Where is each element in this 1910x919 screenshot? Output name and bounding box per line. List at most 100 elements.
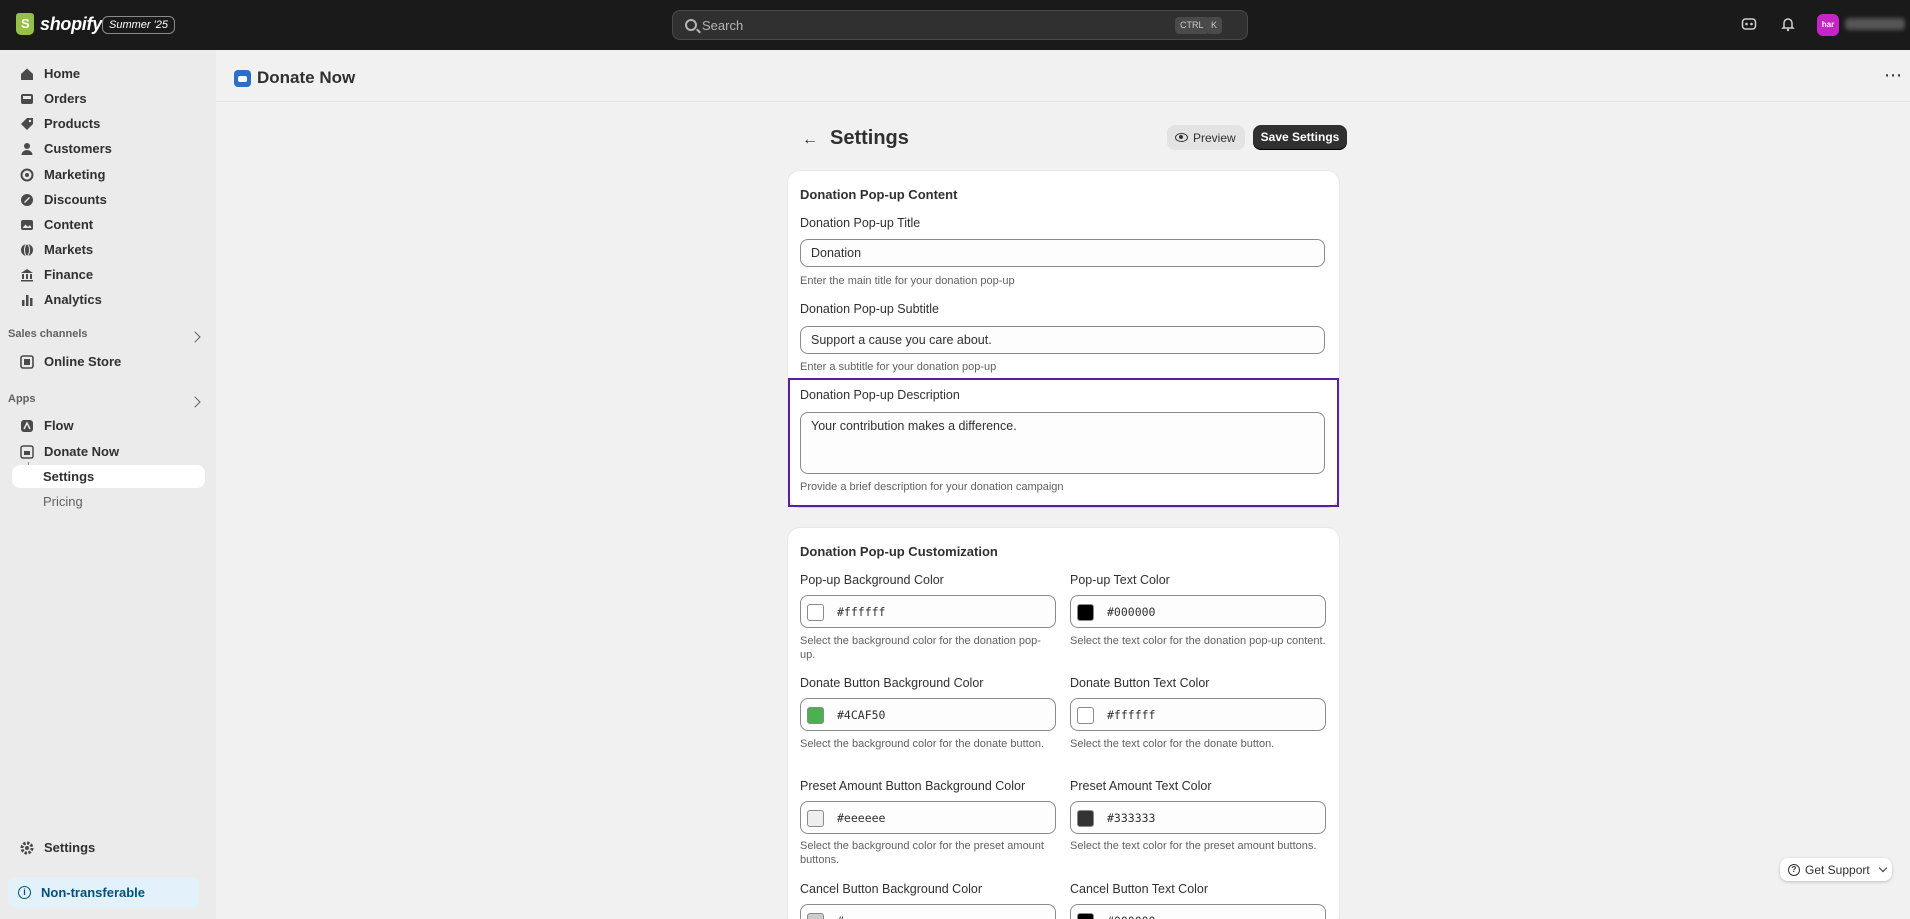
bell-icon[interactable] [1780,16,1798,34]
discount-icon [20,193,34,207]
target-icon [20,168,34,182]
info-icon: i [18,886,31,899]
sidebar-item-marketing[interactable]: Marketing [12,162,205,187]
sidebar-item-label: Donate Now [44,444,120,459]
color-value: #4CAF50 [837,708,886,722]
sidebar-item-customers[interactable]: Customers [12,136,205,161]
sidebar-item-flow[interactable]: Flow [12,413,205,438]
home-icon [20,67,34,81]
sidebar-subitem-pricing[interactable]: Pricing [12,490,205,513]
sidebar-item-label: Online Store [44,354,122,369]
field-label: Cancel Button Background Color [800,882,983,896]
more-actions-icon[interactable]: ⋯ [1884,66,1903,84]
donate-button-background-color-input[interactable]: #4CAF50 [800,698,1056,731]
inbox-icon [20,92,34,106]
sidebar-item-settings[interactable]: Settings [12,835,205,860]
field-label: Pop-up Background Color [800,573,944,587]
color-swatch[interactable] [1077,913,1094,919]
chevron-right-icon[interactable] [189,331,201,343]
field-label: Donation Pop-up Title [800,216,921,230]
shopify-logo[interactable]: shopify [16,13,102,35]
sidebar-item-markets[interactable]: Markets [12,237,205,262]
color-swatch[interactable] [807,604,824,621]
page-header: ← Settings Preview Save Settings [792,121,1347,157]
chevron-down-icon [1878,863,1887,873]
sidebar-item-donate-now[interactable]: Donate Now [12,439,205,464]
color-swatch[interactable] [1077,810,1094,827]
header-divider [216,101,1910,102]
color-swatch[interactable] [807,810,824,827]
tag-icon [20,117,34,131]
color-value: #000000 [1107,914,1155,919]
search-placeholder: Search [702,18,744,33]
search-input[interactable]: Search CTRL K [672,10,1248,40]
get-support-button[interactable]: ? Get Support [1780,858,1892,881]
field-label: Preset Amount Text Color [1070,779,1212,793]
popup-background-color-input[interactable]: #ffffff [800,595,1056,628]
preset-amount-background-color-input[interactable]: #eeeeee [800,801,1056,834]
avatar[interactable]: har [1817,14,1839,36]
top-bar: shopify Summer '25 Search CTRL K har [0,0,1910,50]
flow-icon [20,419,34,433]
donate-app-logo-icon [234,69,251,87]
sidebar-subitem-settings[interactable]: Settings [12,465,205,488]
image-icon [20,218,34,232]
card-title: Donation Pop-up Customization [800,544,998,559]
preset-amount-text-color-input[interactable]: #333333 [1070,801,1326,834]
popup-text-color-input[interactable]: #000000 [1070,595,1326,628]
color-swatch[interactable] [1077,707,1094,724]
apps-heading[interactable]: Apps [8,393,36,405]
sidebar-item-analytics[interactable]: Analytics [12,287,205,312]
sidekick-icon[interactable] [1741,16,1759,34]
save-settings-button[interactable]: Save Settings [1253,125,1347,150]
color-swatch[interactable] [807,707,824,724]
sidebar-item-home[interactable]: Home [12,61,205,86]
app-title: Donate Now [257,68,356,87]
field-label: Preset Amount Button Background Color [800,779,1026,793]
back-arrow-icon[interactable]: ← [802,131,818,149]
preview-label: Preview [1193,130,1236,145]
color-swatch[interactable] [807,913,824,919]
color-value: #ffffff [837,605,886,619]
get-support-label: Get Support [1805,862,1870,877]
color-swatch[interactable] [1077,604,1094,621]
sidebar-item-products[interactable]: Products [12,111,205,136]
focus-highlight [788,378,1339,507]
sales-channels-heading[interactable]: Sales channels [8,328,88,340]
sidebar-item-content[interactable]: Content [12,212,205,237]
popup-subtitle-input[interactable]: Support a cause you care about. [800,326,1325,354]
sidebar-item-orders[interactable]: Orders [12,86,205,111]
preview-button[interactable]: Preview [1167,125,1245,150]
brand-name: shopify [40,13,102,34]
color-value: #000000 [1107,605,1156,619]
bar-chart-icon [20,293,34,307]
sidebar-item-label: Customers [44,141,112,156]
non-transferable-banner[interactable]: i Non-transferable [8,877,199,908]
sidebar: Home Orders Products Customers Marketing… [0,50,216,919]
sidebar-item-discounts[interactable]: Discounts [12,187,205,212]
field-label: Donate Button Background Color [800,676,984,690]
sidebar-item-label: Discounts [44,192,107,207]
chevron-right-icon[interactable] [189,396,201,408]
card-title: Donation Pop-up Content [800,187,958,202]
store-name-blurred[interactable] [1845,18,1905,30]
donate-button-text-color-input[interactable]: #ffffff [1070,698,1326,731]
cancel-button-background-color-input[interactable]: # [800,904,1056,919]
color-value: #eeeeee [837,811,886,825]
sidebar-item-online-store[interactable]: Online Store [12,349,205,374]
sidebar-item-label: Finance [44,267,94,282]
sidebar-item-label: Analytics [44,292,102,307]
shortcut-ctrl-key: CTRL [1175,17,1209,34]
edition-badge[interactable]: Summer '25 [102,16,175,34]
bank-icon [20,268,34,282]
shortcut-k-key: K [1206,17,1223,34]
field-label: Donate Button Text Color [1070,676,1210,690]
help-text: Enter the main title for your donation p… [800,275,1015,287]
cancel-button-text-color-input[interactable]: #000000 [1070,904,1326,919]
popup-title-input[interactable]: Donation [800,239,1325,267]
sidebar-item-finance[interactable]: Finance [12,262,205,287]
customization-card: Donation Pop-up Customization Pop-up Bac… [788,528,1339,919]
search-icon [685,19,697,31]
help-text: Select the text color for the preset amo… [1070,840,1317,852]
person-icon [20,142,34,156]
